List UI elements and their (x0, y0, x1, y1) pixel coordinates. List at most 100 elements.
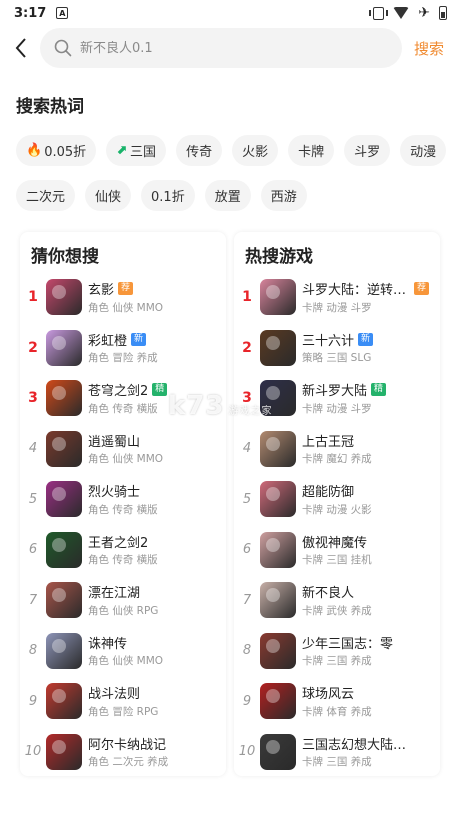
game-row[interactable]: 9 球场风云 卡牌 体育 养成 (234, 676, 440, 727)
game-info: 诛神传角色 仙侠 MMO (88, 633, 218, 668)
hot-words-list: 🔥 0.05折 ⬈ 三国 传奇 火影 卡牌 斗罗 动漫二次元 仙侠 0.1折 放置 西游 (16, 135, 456, 211)
game-icon[interactable] (260, 632, 296, 669)
game-icon[interactable] (260, 531, 296, 568)
hot-word-label: 0.05折 (44, 145, 87, 160)
game-row[interactable]: 1 玄影荐角色 仙侠 MMO (20, 272, 226, 323)
game-info: 傲视神魔传卡牌 三国 挂机 (302, 532, 432, 567)
game-name: 三国志幻想大陆2：枭之歌 (302, 737, 410, 753)
game-row[interactable]: 8 少年三国志：零 卡牌 三国 养成 (234, 626, 440, 677)
game-row[interactable]: 10 阿尔卡纳战记 角色 二次元 养成 (20, 727, 226, 778)
game-name: 傲视神魔传 (302, 535, 368, 551)
hot-word-tag[interactable]: 传奇 (176, 135, 223, 166)
game-info: 少年三国志：零 卡牌 三国 养成 (302, 633, 432, 668)
hot-word-tag[interactable]: 🔥 0.05折 (16, 135, 97, 166)
game-info: 阿尔卡纳战记 角色 二次元 养成 (88, 734, 218, 769)
game-icon[interactable] (260, 582, 296, 619)
game-row[interactable]: 2 彩虹橙新角色 冒险 养成 (20, 323, 226, 374)
search-field[interactable] (40, 28, 402, 68)
back-button[interactable] (2, 27, 40, 69)
game-icon[interactable] (46, 683, 82, 720)
search-bar: 搜索 (0, 27, 459, 69)
rank-number: 9 (242, 693, 252, 709)
game-icon[interactable] (260, 683, 296, 720)
watermark-sub: 游戏之家 (228, 406, 273, 417)
game-tags: 卡牌 三国 养成 (302, 756, 372, 769)
game-tags: 角色 仙侠 MMO (88, 655, 164, 668)
game-row[interactable]: 9 战斗法则 角色 冒险 RPG (20, 676, 226, 727)
game-icon[interactable] (260, 481, 296, 518)
game-row[interactable]: 8 诛神传角色 仙侠 MMO (20, 626, 226, 677)
game-info: 王者之剑2 角色 传奇 横版 (88, 532, 218, 567)
game-tags: 策略 三国 SLG (302, 352, 372, 365)
rank-number: 4 (242, 441, 252, 457)
hot-word-tag[interactable]: 仙侠 (85, 180, 132, 211)
game-icon[interactable] (260, 430, 296, 467)
game-row[interactable]: 4 上古王冠 卡牌 魔幻 养成 (234, 424, 440, 475)
guess-list: 1 玄影荐角色 仙侠 MMO 2 彩虹橙新角色 冒险 养成 3 苍穹之剑2 精角色 传奇 横… (20, 272, 226, 777)
hot-word-tag[interactable]: 动漫 (400, 135, 447, 166)
game-row[interactable]: 7 新不良人 卡牌 武侠 养成 (234, 575, 440, 626)
game-row[interactable]: 1 斗罗大陆：逆转时空荐卡牌 动漫 斗罗 (234, 272, 440, 323)
hot-word-tag[interactable]: ⬈ 三国 (106, 135, 167, 166)
game-tags: 卡牌 动漫 斗罗 (302, 402, 372, 415)
rank-number: 8 (28, 643, 38, 659)
hot-word-tag[interactable]: 二次元 (16, 180, 76, 211)
game-name: 逍遥蜀山 (88, 434, 141, 450)
game-icon[interactable] (46, 531, 82, 568)
game-icon[interactable] (46, 481, 82, 518)
hot-word-label: 火影 (242, 145, 269, 160)
game-tags: 角色 仙侠 RPG (88, 604, 159, 617)
game-name: 诛神传 (88, 636, 128, 652)
hot-games-list: 1 斗罗大陆：逆转时空荐卡牌 动漫 斗罗 2 三十六计新策略 三国 SLG 3 新斗罗大陆… (234, 272, 440, 777)
game-icon[interactable] (46, 380, 82, 417)
watermark-logo-text: k73 (168, 391, 225, 421)
guess-panel: 猜你想搜 1 玄影荐角色 仙侠 MMO 2 彩虹橙新角色 冒险 养成 3 苍穹之剑2 精角色… (20, 232, 226, 776)
game-row[interactable]: 10 三国志幻想大陆2：枭之歌卡牌 三国 养成 (234, 727, 440, 778)
game-info: 玄影荐角色 仙侠 MMO (88, 280, 218, 315)
game-tags: 角色 传奇 横版 (88, 503, 158, 516)
airplane-icon: ✈ (418, 5, 430, 21)
game-icon[interactable] (46, 329, 82, 366)
rank-number: 6 (242, 542, 252, 558)
hot-word-label: 西游 (270, 190, 297, 205)
game-info: 彩虹橙新角色 冒险 养成 (88, 330, 218, 365)
search-input[interactable] (80, 40, 360, 56)
game-icon[interactable] (46, 632, 82, 669)
rank-number: 7 (28, 592, 38, 608)
hot-word-tag[interactable]: 放置 (204, 180, 251, 211)
hot-word-label: 仙侠 (95, 190, 122, 205)
rank-number: 1 (242, 289, 252, 306)
game-row[interactable]: 6 王者之剑2 角色 传奇 横版 (20, 525, 226, 576)
hot-word-tag[interactable]: 西游 (260, 180, 307, 211)
search-button[interactable]: 搜索 (414, 38, 444, 59)
game-row[interactable]: 6 傲视神魔传卡牌 三国 挂机 (234, 525, 440, 576)
game-row[interactable]: 2 三十六计新策略 三国 SLG (234, 323, 440, 374)
game-icon[interactable] (46, 733, 82, 770)
hot-word-tag[interactable]: 卡牌 (288, 135, 335, 166)
hot-word-tag[interactable]: 0.1折 (141, 180, 195, 211)
game-name: 少年三国志：零 (302, 636, 394, 652)
game-tags: 卡牌 动漫 火影 (302, 503, 372, 516)
game-row[interactable]: 5 超能防御 卡牌 动漫 火影 (234, 474, 440, 525)
game-icon[interactable] (46, 279, 82, 316)
game-name: 新斗罗大陆 (302, 384, 368, 400)
game-name: 斗罗大陆：逆转时空 (302, 283, 410, 299)
rank-number: 10 (238, 744, 256, 760)
game-badge: 新 (358, 332, 374, 346)
game-tags: 角色 二次元 养成 (88, 756, 169, 769)
game-info: 球场风云 卡牌 体育 养成 (302, 684, 432, 719)
game-tags: 卡牌 三国 挂机 (302, 554, 372, 567)
game-row[interactable]: 5 烈火骑士 角色 传奇 横版 (20, 474, 226, 525)
hot-word-tag[interactable]: 斗罗 (344, 135, 391, 166)
game-icon[interactable] (260, 279, 296, 316)
game-icon[interactable] (260, 733, 296, 770)
game-row[interactable]: 4 逍遥蜀山 角色 仙侠 MMO (20, 424, 226, 475)
game-name: 阿尔卡纳战记 (88, 737, 167, 753)
game-icon[interactable] (46, 430, 82, 467)
game-icon[interactable] (260, 329, 296, 366)
game-info: 三十六计新策略 三国 SLG (302, 330, 432, 365)
hot-words-title: 搜索热词 (16, 97, 84, 117)
hot-word-tag[interactable]: 火影 (232, 135, 279, 166)
game-row[interactable]: 7 漂在江湖 角色 仙侠 RPG (20, 575, 226, 626)
game-icon[interactable] (46, 582, 82, 619)
